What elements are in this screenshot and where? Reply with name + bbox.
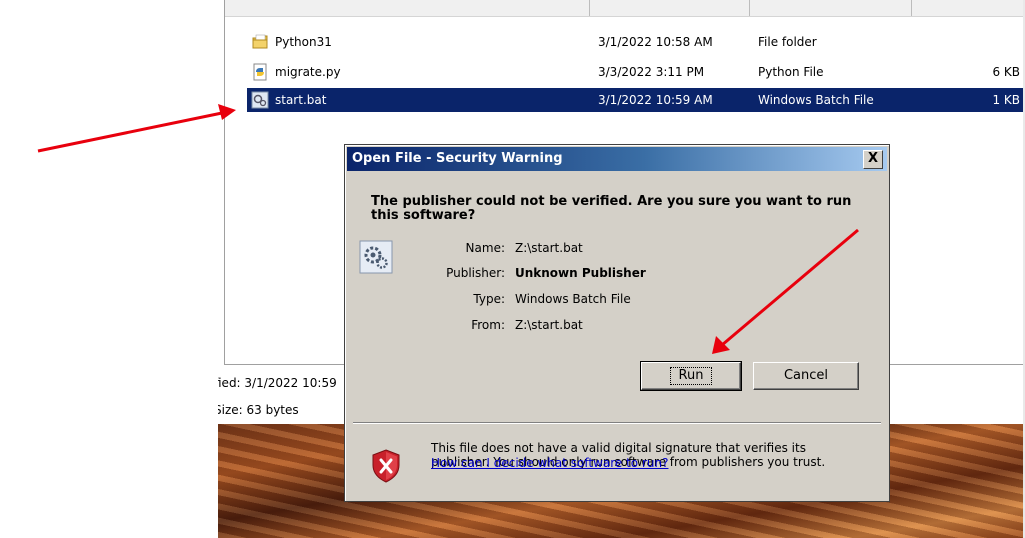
column-header — [225, 0, 1025, 17]
file-type: Python File — [758, 65, 824, 79]
file-type: File folder — [758, 35, 817, 49]
file-size: 6 KB — [992, 65, 1020, 79]
dialog-title: Open File - Security Warning — [352, 151, 563, 166]
column-separator[interactable] — [589, 0, 590, 16]
red-arrow-to-file — [37, 111, 223, 153]
from-value: Z:\start.bat — [515, 318, 583, 332]
close-button[interactable]: X — [863, 150, 883, 169]
date-modified-detail: fied: 3/1/2022 10:59 — [218, 376, 337, 390]
file-date: 3/1/2022 10:59 AM — [598, 93, 713, 107]
cancel-button[interactable]: Cancel — [753, 362, 859, 390]
details-pane: fied: 3/1/2022 10:59 Size: 63 bytes — [218, 370, 348, 424]
file-type: Windows Batch File — [758, 93, 874, 107]
name-value: Z:\start.bat — [515, 241, 583, 255]
run-button[interactable]: Run — [640, 361, 742, 391]
batch-file-icon — [251, 91, 269, 109]
name-label: Name: — [465, 241, 505, 255]
warning-question: The publisher could not be verified. Are… — [371, 194, 852, 223]
publisher-label: Publisher: — [446, 266, 505, 280]
run-button-label: Run — [669, 367, 713, 385]
file-date: 3/3/2022 3:11 PM — [598, 65, 705, 79]
python-file-icon — [253, 63, 267, 81]
type-value: Windows Batch File — [515, 292, 631, 306]
file-name: Python31 — [275, 35, 332, 49]
file-name: start.bat — [275, 93, 327, 107]
file-size: 1 KB — [992, 93, 1020, 107]
publisher-value: Unknown Publisher — [515, 266, 646, 280]
file-name: migrate.py — [275, 65, 341, 79]
dialog-divider — [353, 422, 881, 424]
dialog-titlebar[interactable]: Open File - Security Warning X — [347, 147, 887, 171]
from-label: From: — [471, 318, 505, 332]
security-warning-dialog: Open File - Security Warning X The publi… — [344, 144, 890, 502]
help-link[interactable]: How can I decide what software to run? — [431, 456, 668, 470]
file-size-detail: Size: 63 bytes — [218, 403, 299, 417]
folder-icon — [252, 34, 268, 49]
file-row-python31[interactable]: Python31 3/1/2022 10:58 AM File folder — [247, 30, 1025, 54]
file-date: 3/1/2022 10:58 AM — [598, 35, 713, 49]
column-separator[interactable] — [911, 0, 912, 16]
shield-warning-icon — [372, 449, 400, 483]
file-row-start-bat[interactable]: start.bat 3/1/2022 10:59 AM Windows Batc… — [247, 88, 1025, 112]
type-label: Type: — [473, 292, 505, 306]
file-row-migrate[interactable]: migrate.py 3/3/2022 3:11 PM Python File … — [247, 60, 1025, 84]
column-separator[interactable] — [749, 0, 750, 16]
